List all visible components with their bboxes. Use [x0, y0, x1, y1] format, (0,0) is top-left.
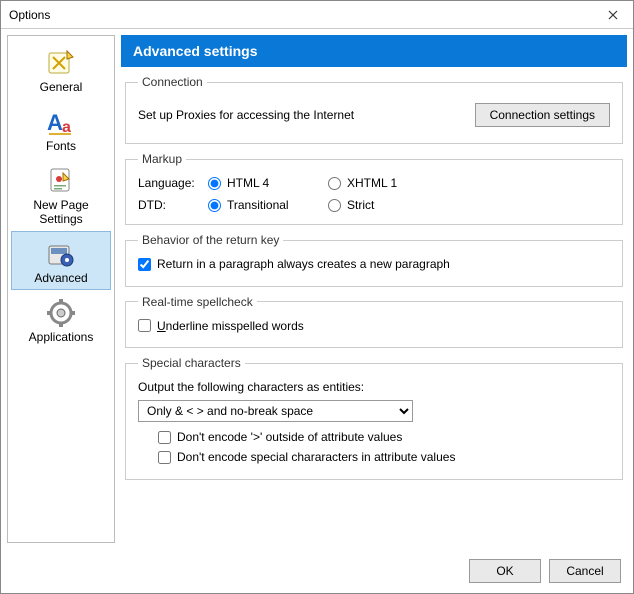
sidebar-item-advanced[interactable]: Advanced [11, 231, 111, 290]
markup-group: Markup Language: HTML 4 XHTML 1 DTD: Tra… [125, 152, 623, 225]
markup-legend: Markup [138, 152, 186, 166]
sidebar-item-general[interactable]: General [11, 40, 111, 99]
spellcheck-legend: Real-time spellcheck [138, 295, 257, 309]
sidebar-item-label: New Page Settings [14, 199, 108, 225]
sidebar-item-label: Advanced [34, 272, 87, 285]
connection-group: Connection Set up Proxies for accessing … [125, 75, 623, 144]
dont-encode-attr-checkbox[interactable]: Don't encode special chararacters in att… [158, 450, 455, 464]
sidebar-item-label: Applications [29, 331, 94, 344]
connection-text: Set up Proxies for accessing the Interne… [138, 108, 354, 122]
close-icon [608, 10, 618, 20]
connection-legend: Connection [138, 75, 207, 89]
special-legend: Special characters [138, 356, 245, 370]
behavior-legend: Behavior of the return key [138, 233, 283, 247]
options-window: Options General Aa Fonts [0, 0, 634, 594]
svg-text:A: A [47, 110, 63, 135]
cancel-button[interactable]: Cancel [549, 559, 621, 583]
dialog-footer: OK Cancel [1, 549, 633, 593]
applications-icon [45, 297, 77, 329]
window-title: Options [9, 8, 593, 22]
sidebar-item-fonts[interactable]: Aa Fonts [11, 99, 111, 158]
return-paragraph-checkbox[interactable]: Return in a paragraph always creates a n… [138, 257, 450, 271]
ok-button[interactable]: OK [469, 559, 541, 583]
dtd-transitional-radio[interactable]: Transitional [208, 198, 328, 212]
entities-dropdown[interactable]: Only & < > and no-break space [138, 400, 413, 422]
titlebar: Options [1, 1, 633, 29]
sidebar: General Aa Fonts New Page Settings Advan… [7, 35, 115, 543]
special-text: Output the following characters as entit… [138, 380, 610, 394]
dtd-strict-radio[interactable]: Strict [328, 198, 428, 212]
spellcheck-group: Real-time spellcheck Underline misspelle… [125, 295, 623, 349]
dtd-label: DTD: [138, 198, 208, 212]
close-button[interactable] [593, 1, 633, 28]
sidebar-item-applications[interactable]: Applications [11, 290, 111, 349]
fonts-icon: Aa [45, 106, 77, 138]
dialog-body: General Aa Fonts New Page Settings Advan… [1, 29, 633, 549]
language-label: Language: [138, 176, 208, 190]
dont-encode-gt-checkbox[interactable]: Don't encode '>' outside of attribute va… [158, 430, 402, 444]
main-panel: Advanced settings Connection Set up Prox… [121, 35, 627, 543]
connection-settings-button[interactable]: Connection settings [475, 103, 610, 127]
general-icon [45, 47, 77, 79]
behavior-group: Behavior of the return key Return in a p… [125, 233, 623, 287]
special-characters-group: Special characters Output the following … [125, 356, 623, 480]
language-xhtml1-radio[interactable]: XHTML 1 [328, 176, 428, 190]
sidebar-item-new-page-settings[interactable]: New Page Settings [11, 158, 111, 230]
language-html4-radio[interactable]: HTML 4 [208, 176, 328, 190]
sidebar-item-label: Fonts [46, 140, 76, 153]
underline-misspelled-checkbox[interactable]: Underline misspelled words [138, 319, 304, 333]
page-title: Advanced settings [121, 35, 627, 67]
advanced-icon [45, 238, 77, 270]
sidebar-item-label: General [40, 81, 83, 94]
new-page-settings-icon [45, 165, 77, 197]
